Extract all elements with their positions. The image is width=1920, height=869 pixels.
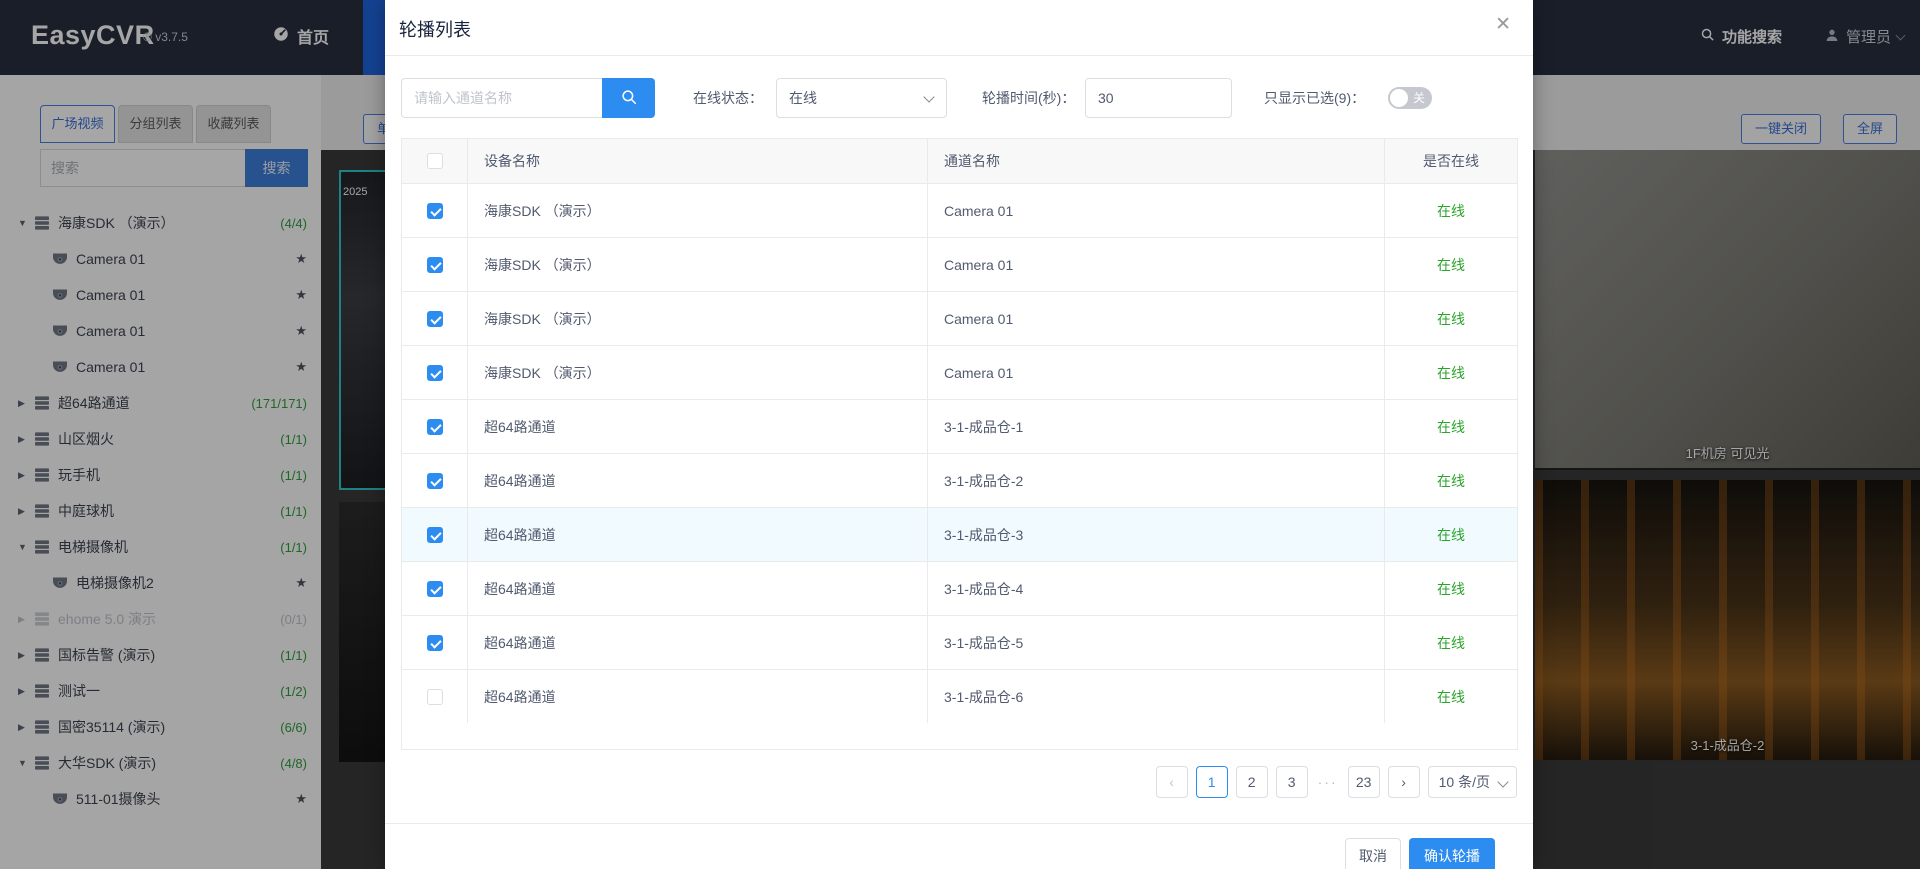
page-button-3[interactable]: 3	[1275, 766, 1308, 798]
channel-name: 3-1-成品仓-4	[927, 562, 1384, 615]
row-checkbox[interactable]	[426, 364, 443, 381]
row-checkbox[interactable]	[426, 580, 443, 597]
online-status: 在线	[1384, 562, 1517, 615]
selected-only-label: 只显示已选(9)：	[1264, 90, 1366, 106]
page-button-last[interactable]: 23	[1347, 766, 1380, 798]
chevron-down-icon	[923, 91, 935, 103]
table-row[interactable]: 超64路通道 3-1-成品仓-5 在线	[402, 615, 1517, 669]
device-name: 超64路通道	[467, 670, 927, 723]
table-row-highlighted[interactable]: 超64路通道 3-1-成品仓-3 在线	[402, 507, 1517, 561]
channel-search-input[interactable]	[401, 78, 602, 118]
row-checkbox[interactable]	[426, 310, 443, 327]
row-checkbox[interactable]	[426, 418, 443, 435]
channel-search-button[interactable]	[602, 78, 655, 118]
search-icon	[620, 88, 638, 109]
chevron-down-icon	[1497, 776, 1509, 788]
select-all-checkbox[interactable]	[426, 153, 443, 169]
column-header-device: 设备名称	[467, 139, 927, 183]
online-status: 在线	[1384, 184, 1517, 237]
table-row[interactable]: 超64路通道 3-1-成品仓-4 在线	[402, 561, 1517, 615]
pagination: ‹ 1 2 3 ··· 23 › 10 条/页	[1155, 766, 1517, 798]
online-status: 在线	[1384, 292, 1517, 345]
dialog-header: 轮播列表 ✕	[385, 0, 1533, 56]
table-row[interactable]: 海康SDK （演示） Camera 01 在线	[402, 345, 1517, 399]
row-checkbox[interactable]	[426, 688, 443, 705]
row-checkbox[interactable]	[426, 634, 443, 651]
channel-name: Camera 01	[927, 238, 1384, 291]
table-row[interactable]: 超64路通道 3-1-成品仓-1 在线	[402, 399, 1517, 453]
dialog-footer: 取消 确认轮播	[385, 823, 1533, 869]
device-name: 超64路通道	[467, 562, 927, 615]
channel-name: Camera 01	[927, 184, 1384, 237]
device-name: 超64路通道	[467, 616, 927, 669]
cancel-button[interactable]: 取消	[1345, 838, 1401, 869]
channel-name: 3-1-成品仓-6	[927, 670, 1384, 723]
toggle-off-text: 关	[1412, 91, 1425, 105]
selected-only-toggle[interactable]: 关	[1388, 87, 1432, 109]
channel-name: 3-1-成品仓-1	[927, 400, 1384, 453]
channel-name: Camera 01	[927, 292, 1384, 345]
table-row[interactable]: 超64路通道 3-1-成品仓-6 在线	[402, 669, 1517, 723]
column-header-online: 是否在线	[1384, 139, 1517, 183]
online-status: 在线	[1384, 454, 1517, 507]
device-name: 海康SDK （演示）	[467, 292, 927, 345]
online-status: 在线	[1384, 508, 1517, 561]
close-icon[interactable]: ✕	[1495, 15, 1511, 34]
interval-label: 轮播时间(秒)：	[982, 90, 1076, 106]
page-button-2[interactable]: 2	[1235, 766, 1268, 798]
channel-table: 设备名称 通道名称 是否在线 海康SDK （演示） Camera 01 在线 海…	[401, 138, 1518, 750]
online-status: 在线	[1384, 400, 1517, 453]
column-header-channel: 通道名称	[927, 139, 1384, 183]
device-name: 超64路通道	[467, 508, 927, 561]
channel-name: Camera 01	[927, 346, 1384, 399]
page-size-value: 10 条/页	[1438, 774, 1490, 790]
device-name: 海康SDK （演示）	[467, 346, 927, 399]
table-row[interactable]: 海康SDK （演示） Camera 01 在线	[402, 291, 1517, 345]
channel-name: 3-1-成品仓-5	[927, 616, 1384, 669]
device-name: 海康SDK （演示）	[467, 238, 927, 291]
dialog-title: 轮播列表	[399, 20, 471, 40]
table-row[interactable]: 超64路通道 3-1-成品仓-2 在线	[402, 453, 1517, 507]
device-name: 超64路通道	[467, 400, 927, 453]
toggle-knob	[1390, 89, 1408, 107]
dialog-filters: 在线状态： 在线 轮播时间(秒)： 只显示已选(9)： 关	[385, 78, 1533, 118]
ellipsis-icon: ···	[1317, 774, 1338, 790]
page-size-select[interactable]: 10 条/页	[1427, 766, 1517, 798]
online-status: 在线	[1384, 616, 1517, 669]
page-button-1[interactable]: 1	[1195, 766, 1228, 798]
interval-input[interactable]	[1085, 78, 1232, 118]
online-status: 在线	[1384, 238, 1517, 291]
channel-name: 3-1-成品仓-2	[927, 454, 1384, 507]
online-status: 在线	[1384, 346, 1517, 399]
row-checkbox[interactable]	[426, 472, 443, 489]
device-name: 海康SDK （演示）	[467, 184, 927, 237]
next-page-button[interactable]: ›	[1387, 766, 1420, 798]
table-row[interactable]: 海康SDK （演示） Camera 01 在线	[402, 237, 1517, 291]
row-checkbox[interactable]	[426, 526, 443, 543]
confirm-carousel-button[interactable]: 确认轮播	[1409, 838, 1495, 869]
table-row[interactable]: 海康SDK （演示） Camera 01 在线	[402, 183, 1517, 237]
row-checkbox[interactable]	[426, 256, 443, 273]
carousel-list-dialog: 轮播列表 ✕ 在线状态： 在线 轮播时间(秒)： 只显示已选(9)： 关 设备名…	[385, 0, 1533, 869]
online-status-value: 在线	[789, 90, 817, 106]
table-header-row: 设备名称 通道名称 是否在线	[402, 139, 1517, 183]
row-checkbox[interactable]	[426, 202, 443, 219]
online-status-label: 在线状态：	[693, 90, 763, 106]
prev-page-button[interactable]: ‹	[1155, 766, 1188, 798]
online-status: 在线	[1384, 670, 1517, 723]
online-status-select[interactable]: 在线	[776, 78, 947, 118]
channel-name: 3-1-成品仓-3	[927, 508, 1384, 561]
device-name: 超64路通道	[467, 454, 927, 507]
